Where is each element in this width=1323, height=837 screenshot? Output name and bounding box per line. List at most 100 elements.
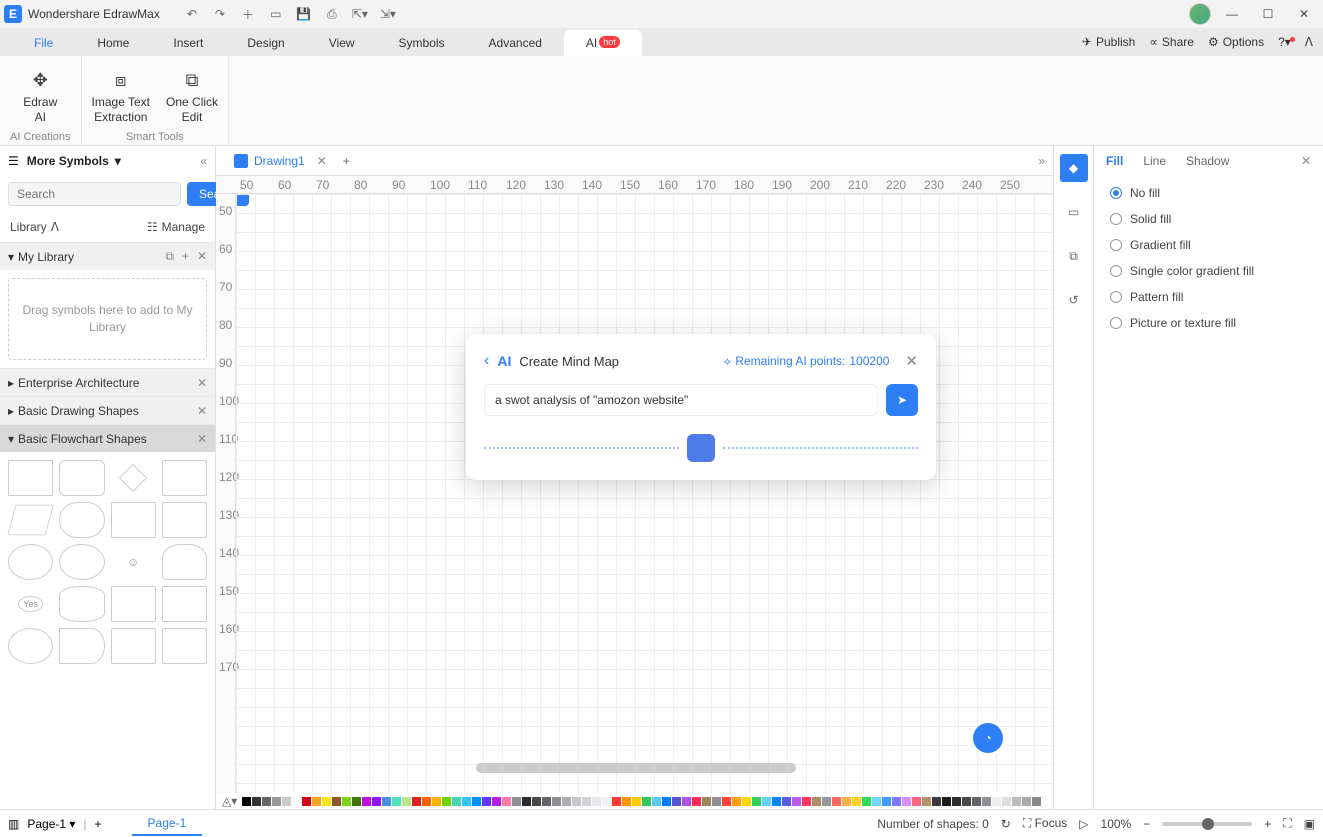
color-swatch[interactable] [362, 797, 371, 806]
shape-process[interactable] [8, 460, 53, 496]
color-swatch[interactable] [802, 797, 811, 806]
color-swatch[interactable] [972, 797, 981, 806]
publish-button[interactable]: ✈Publish [1082, 35, 1135, 49]
color-swatch[interactable] [332, 797, 341, 806]
collapse-ribbon-icon[interactable]: ᐱ [1305, 35, 1313, 49]
shape-document[interactable] [162, 460, 207, 496]
menu-view[interactable]: View [307, 30, 377, 56]
page-tab[interactable]: Page-1 [132, 812, 203, 836]
color-swatch[interactable] [952, 797, 961, 806]
color-swatch[interactable] [672, 797, 681, 806]
color-swatch[interactable] [732, 797, 741, 806]
color-swatch[interactable] [532, 797, 541, 806]
fill-option-pattern[interactable]: Pattern fill [1110, 290, 1311, 304]
color-swatch[interactable] [482, 797, 491, 806]
color-swatch[interactable] [322, 797, 331, 806]
new-icon[interactable]: ＋ [240, 6, 256, 22]
color-swatch[interactable] [522, 797, 531, 806]
color-swatch[interactable] [422, 797, 431, 806]
color-swatch[interactable] [882, 797, 891, 806]
close-x-icon[interactable]: ✕ [197, 376, 207, 390]
color-swatch[interactable] [252, 797, 261, 806]
shape-circle[interactable] [59, 544, 104, 580]
color-swatch[interactable] [472, 797, 481, 806]
color-swatch[interactable] [352, 797, 361, 806]
color-swatch[interactable] [792, 797, 801, 806]
color-swatch[interactable] [832, 797, 841, 806]
shape-ellipse[interactable] [8, 544, 53, 580]
color-swatch[interactable] [1012, 797, 1021, 806]
color-swatch[interactable] [712, 797, 721, 806]
color-swatch[interactable] [1022, 797, 1031, 806]
color-swatch[interactable] [272, 797, 281, 806]
send-button[interactable]: ➤ [886, 384, 918, 416]
menu-home[interactable]: Home [75, 30, 151, 56]
back-icon[interactable]: ‹ [484, 352, 489, 370]
save-icon[interactable]: 💾 [296, 6, 312, 22]
color-swatch[interactable] [852, 797, 861, 806]
zoom-slider[interactable] [1162, 822, 1252, 826]
open-icon[interactable]: ▭ [268, 6, 284, 22]
shape-parallelogram[interactable] [7, 505, 54, 536]
manage-button[interactable]: ☷Manage [147, 220, 205, 234]
color-swatch[interactable] [862, 797, 871, 806]
fill-option-gradient[interactable]: Gradient fill [1110, 238, 1311, 252]
color-swatch[interactable] [552, 797, 561, 806]
library-expand-icon[interactable]: ᐱ [51, 220, 59, 234]
color-swatch[interactable] [292, 797, 301, 806]
share-button[interactable]: ∝Share [1149, 35, 1194, 49]
color-swatch[interactable] [652, 797, 661, 806]
shape-database[interactable] [59, 586, 104, 622]
maximize-icon[interactable]: ☐ [1253, 2, 1283, 26]
tab-fill[interactable]: Fill [1106, 154, 1123, 168]
fill-option-solid[interactable]: Solid fill [1110, 212, 1311, 226]
color-swatch[interactable] [442, 797, 451, 806]
color-swatch[interactable] [262, 797, 271, 806]
fill-option-single-gradient[interactable]: Single color gradient fill [1110, 264, 1311, 278]
horizontal-scrollbar[interactable] [476, 763, 796, 773]
color-swatch[interactable] [692, 797, 701, 806]
color-swatch[interactable] [912, 797, 921, 806]
shape-user[interactable] [162, 544, 207, 580]
undo-icon[interactable]: ↶ [184, 6, 200, 22]
shape-manual-input[interactable] [111, 628, 156, 664]
color-swatch[interactable] [302, 797, 311, 806]
color-swatch[interactable] [512, 797, 521, 806]
collapse-sidebar-icon[interactable]: « [200, 154, 207, 168]
symbol-search-input[interactable] [8, 182, 181, 206]
ai-prompt-input[interactable] [484, 384, 878, 416]
refresh-icon[interactable]: ↻ [1001, 817, 1011, 831]
color-swatch[interactable] [452, 797, 461, 806]
ai-fab-button[interactable]: ◔ [973, 723, 1003, 753]
section-basic-flowchart-shapes[interactable]: ▾ Basic Flowchart Shapes✕ [0, 424, 215, 452]
pages-icon[interactable]: ▥ [8, 817, 19, 831]
shape-card[interactable] [111, 586, 156, 622]
color-swatch[interactable] [572, 797, 581, 806]
document-tab[interactable]: Drawing1 ✕ [224, 150, 337, 172]
color-swatch[interactable] [462, 797, 471, 806]
color-swatch[interactable] [632, 797, 641, 806]
color-swatch[interactable] [782, 797, 791, 806]
color-swatch[interactable] [402, 797, 411, 806]
color-swatch[interactable] [892, 797, 901, 806]
color-swatch[interactable] [982, 797, 991, 806]
color-swatch[interactable] [932, 797, 941, 806]
shape-predefined[interactable] [111, 502, 156, 538]
color-swatch[interactable] [562, 797, 571, 806]
color-swatch[interactable] [752, 797, 761, 806]
redo-icon[interactable]: ↷ [212, 6, 228, 22]
color-swatch[interactable] [942, 797, 951, 806]
edraw-ai-button[interactable]: ✥ Edraw AI [23, 62, 57, 131]
eyedropper-icon[interactable]: ◬▾ [222, 794, 237, 808]
shape-terminator[interactable] [59, 502, 104, 538]
shape-person[interactable]: ☺ [111, 544, 156, 580]
color-swatch[interactable] [682, 797, 691, 806]
shape-yes[interactable]: Yes [8, 586, 53, 622]
my-library-dropzone[interactable]: Drag symbols here to add to My Library [8, 278, 207, 360]
fit-page-icon[interactable]: ⛶ [1283, 816, 1291, 831]
section-enterprise-architecture[interactable]: ▸ Enterprise Architecture✕ [0, 368, 215, 396]
page-selector[interactable]: Page-1 ▾ [27, 817, 75, 831]
tab-line[interactable]: Line [1143, 154, 1166, 168]
play-icon[interactable]: ▷ [1079, 817, 1088, 831]
minimize-icon[interactable]: — [1217, 2, 1247, 26]
